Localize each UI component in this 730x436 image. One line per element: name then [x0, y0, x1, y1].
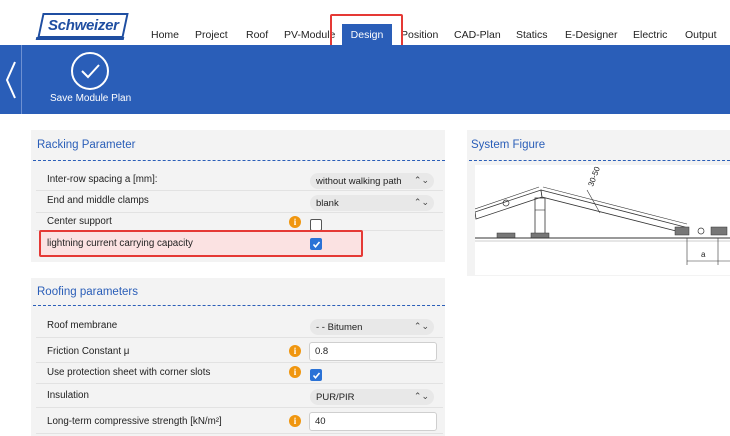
insulation-value: PUR/PIR — [316, 391, 355, 403]
chevron-updown-icon: ⌃⌄ — [413, 391, 429, 401]
save-module-plan-button[interactable] — [71, 52, 109, 90]
end-middle-clamps-select[interactable]: blank ⌃⌄ — [310, 195, 434, 211]
lightning-capacity-checkbox[interactable] — [310, 238, 322, 250]
inter-row-spacing-value: without walking path — [316, 175, 402, 187]
nav-pv-module[interactable]: PV-Module — [284, 29, 335, 41]
end-middle-clamps-value: blank — [316, 197, 339, 209]
nav-design-active[interactable]: Design — [342, 24, 392, 45]
row-center-support: Center support — [36, 214, 443, 231]
compressive-strength-value: 40 — [315, 416, 326, 427]
center-clamp — [530, 232, 550, 239]
friction-constant-label: Friction Constant μ — [47, 346, 130, 357]
chevron-updown-icon: ⌃⌄ — [413, 175, 429, 185]
nav-output[interactable]: Output — [685, 29, 717, 41]
back-button[interactable] — [0, 45, 22, 114]
dim-label: a — [701, 250, 706, 259]
info-icon[interactable]: i — [289, 366, 301, 378]
roof-membrane-select[interactable]: - - Bitumen ⌃⌄ — [310, 319, 434, 335]
figure-background — [475, 165, 730, 275]
chevron-updown-icon: ⌃⌄ — [413, 321, 429, 331]
save-module-plan-label: Save Module Plan — [50, 93, 132, 104]
end-middle-clamps-label: End and middle clamps — [47, 195, 149, 206]
insulation-select[interactable]: PUR/PIR ⌃⌄ — [310, 389, 434, 405]
inter-row-spacing-label: Inter-row spacing a [mm]: — [47, 174, 158, 185]
roofing-parameters-title: Roofing parameters — [37, 286, 138, 298]
lightning-capacity-label: lightning current carrying capacity — [47, 238, 193, 249]
left-clamp — [496, 232, 516, 239]
system-figure-divider — [469, 160, 730, 161]
racking-parameter-title: Racking Parameter — [37, 139, 136, 151]
right-clamp — [674, 226, 690, 236]
inter-row-spacing-select[interactable]: without walking path ⌃⌄ — [310, 173, 434, 189]
nav-home[interactable]: Home — [151, 29, 179, 41]
chevron-updown-icon: ⌃⌄ — [413, 197, 429, 207]
check-icon — [312, 371, 320, 379]
nav-e-designer[interactable]: E-Designer — [565, 29, 618, 41]
friction-constant-value: 0.8 — [315, 346, 329, 357]
chevron-left-icon — [5, 61, 16, 98]
info-icon[interactable]: i — [289, 415, 301, 427]
compressive-strength-label: Long-term compressive strength [kN/m²] — [47, 416, 222, 427]
nav-electric[interactable]: Electric — [633, 29, 667, 41]
roof-membrane-label: Roof membrane — [47, 320, 118, 331]
nav-position[interactable]: Position — [401, 29, 438, 41]
nav-project[interactable]: Project — [195, 29, 228, 41]
friction-constant-input[interactable]: 0.8 — [309, 342, 437, 361]
nav-statics[interactable]: Statics — [516, 29, 548, 41]
racking-title-divider — [33, 160, 445, 161]
schweizer-logo[interactable]: Schweizer — [37, 13, 129, 38]
roof-membrane-value: - - Bitumen — [316, 321, 363, 333]
system-figure-drawing: 30-50 a — [475, 165, 730, 275]
compressive-strength-input[interactable]: 40 — [309, 412, 437, 431]
check-icon — [312, 240, 320, 248]
nav-cad-plan[interactable]: CAD-Plan — [454, 29, 501, 41]
logo-underline — [35, 37, 125, 40]
protection-sheet-label: Use protection sheet with corner slots — [47, 367, 211, 378]
checkmark-icon — [81, 64, 100, 79]
insulation-label: Insulation — [47, 390, 89, 401]
row-protection-sheet: Use protection sheet with corner slots — [36, 364, 443, 384]
nav-design-label: Design — [350, 28, 384, 41]
logo-text: Schweizer — [47, 17, 119, 34]
nav-roof[interactable]: Roof — [246, 29, 268, 41]
far-right-clamp — [710, 226, 728, 236]
roofing-title-divider — [33, 305, 445, 306]
info-icon[interactable]: i — [289, 345, 301, 357]
info-icon[interactable]: i — [289, 216, 301, 228]
system-figure-title: System Figure — [471, 139, 546, 151]
center-support-label: Center support — [47, 216, 112, 227]
protection-sheet-checkbox[interactable] — [310, 369, 322, 381]
